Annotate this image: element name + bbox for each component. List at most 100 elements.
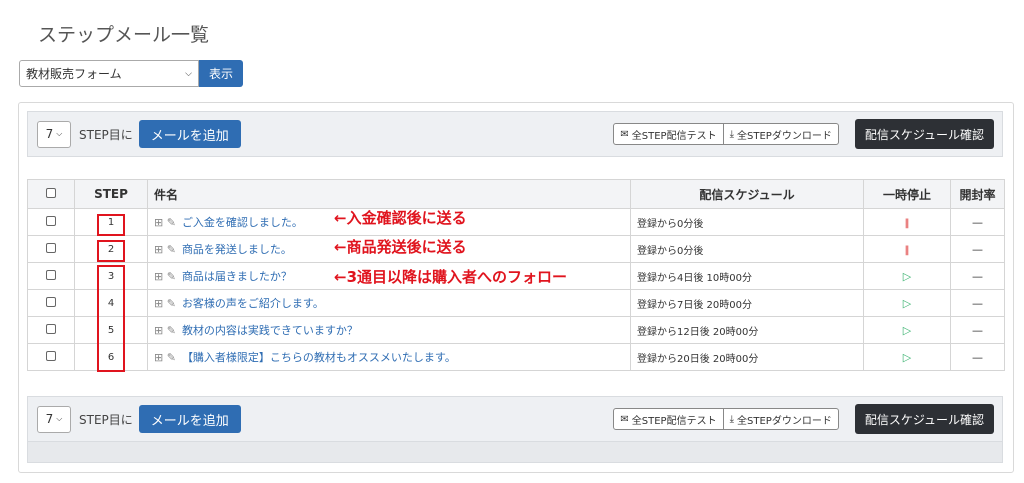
subject-cell: ⊞ ✎ お客様の声をご紹介します。 [147, 289, 631, 317]
subject-link[interactable]: お客様の声をご紹介します。 [182, 297, 324, 310]
expand-icon[interactable]: ⊞ [154, 243, 163, 256]
expand-icon[interactable]: ⊞ [154, 324, 163, 337]
toolbar-top: 7 ⌵ STEP目に メールを追加 ✉ 全STEP配信テスト ⤓ 全STEPダウンロ… [27, 111, 1003, 157]
schedule-cell: 登録から12日後 20時00分 [630, 316, 864, 344]
open-rate-cell: — [950, 235, 1005, 263]
expand-icon[interactable]: ⊞ [154, 216, 163, 229]
chevron-down-icon: ⌵ [56, 129, 63, 138]
select-all-cell [27, 179, 75, 209]
pause-cell: ▷ [863, 343, 951, 371]
schedule-cell: 登録から4日後 10時00分 [630, 262, 864, 290]
header-pause: 一時停止 [863, 179, 951, 209]
expand-icon[interactable]: ⊞ [154, 297, 163, 310]
table-row: 2 ⊞ ✎ 商品を発送しました。 登録から0分後 ‖ — [27, 235, 1005, 263]
all-step-test-button[interactable]: ✉ 全STEP配信テスト [614, 124, 722, 144]
expand-icon[interactable]: ⊞ [154, 351, 163, 364]
test-download-group: ✉ 全STEP配信テスト ⤓ 全STEPダウンロード [613, 123, 839, 145]
subject-cell: ⊞ ✎ 【購入者様限定】こちらの教材もオススメいたします。 [147, 343, 631, 371]
add-mail-button[interactable]: メールを追加 [138, 120, 241, 148]
all-step-test-label: 全STEP配信テスト [631, 130, 717, 142]
table-row: 1 ⊞ ✎ ご入金を確認しました。 登録から0分後 ‖ — [27, 208, 1005, 236]
all-step-test-button[interactable]: ✉ 全STEP配信テスト [614, 409, 722, 429]
form-select-value: 教材販売フォーム [26, 67, 122, 81]
subject-link[interactable]: 商品は届きましたか？ [182, 270, 292, 283]
edit-icon[interactable]: ✎ [167, 270, 176, 283]
row-checkbox-cell [27, 262, 75, 290]
header-schedule: 配信スケジュール [630, 179, 864, 209]
row-checkbox[interactable] [46, 242, 56, 253]
subject-link[interactable]: 【購入者様限定】こちらの教材もオススメいたします。 [182, 351, 456, 364]
all-step-download-button[interactable]: ⤓ 全STEPダウンロード [722, 124, 838, 144]
open-rate-cell: — [950, 208, 1005, 236]
row-checkbox-cell [27, 208, 75, 236]
download-icon: ⤓ [729, 128, 735, 140]
pause-cell: ▷ [863, 262, 951, 290]
all-step-download-button[interactable]: ⤓ 全STEPダウンロード [722, 409, 838, 429]
highlight-step-1 [97, 214, 125, 236]
row-checkbox[interactable] [46, 323, 56, 334]
play-icon[interactable]: ▷ [903, 297, 911, 310]
pause-icon[interactable]: ‖ [905, 218, 910, 229]
mail-icon: ✉ [620, 413, 629, 425]
annotation-follow: ←3通目以降は購入者へのフォロー [334, 268, 568, 286]
play-icon[interactable]: ▷ [903, 270, 911, 283]
subject-link[interactable]: 商品を発送しました。 [182, 243, 292, 256]
highlight-step-3-6 [97, 265, 125, 372]
show-button[interactable]: 表示 [199, 60, 243, 87]
step-select[interactable]: 7 ⌵ [37, 120, 71, 148]
all-step-download-label: 全STEPダウンロード [737, 130, 832, 142]
edit-icon[interactable]: ✎ [167, 216, 176, 229]
select-all-checkbox[interactable] [46, 188, 56, 198]
schedule-cell: 登録から7日後 20時00分 [630, 289, 864, 317]
open-rate-cell: — [950, 289, 1005, 317]
schedule-cell: 登録から20日後 20時00分 [630, 343, 864, 371]
toolbar-bottom: 7 ⌵ STEP目に メールを追加 ✉ 全STEP配信テスト ⤓ 全STEPダウンロ… [27, 396, 1003, 442]
pause-cell: ▷ [863, 316, 951, 344]
row-checkbox[interactable] [46, 350, 56, 361]
footer-strip [27, 442, 1003, 463]
play-icon[interactable]: ▷ [903, 324, 911, 337]
all-step-download-label: 全STEPダウンロード [737, 415, 832, 427]
row-checkbox[interactable] [46, 296, 56, 307]
edit-icon[interactable]: ✎ [167, 297, 176, 310]
subject-link[interactable]: 教材の内容は実践できていますか？ [182, 324, 358, 337]
page-title: ステップメール一覧 [38, 24, 210, 46]
row-checkbox-cell [27, 343, 75, 371]
schedule-confirm-button[interactable]: 配信スケジュール確認 [854, 119, 994, 149]
pause-cell: ‖ [863, 235, 951, 263]
edit-icon[interactable]: ✎ [167, 324, 176, 337]
table-row: 6 ⊞ ✎ 【購入者様限定】こちらの教材もオススメいたします。 登録から20日後 … [27, 343, 1005, 371]
test-download-group: ✉ 全STEP配信テスト ⤓ 全STEPダウンロード [613, 408, 839, 430]
play-icon[interactable]: ▷ [903, 351, 911, 364]
step-label: STEP目に [79, 127, 133, 142]
row-checkbox-cell [27, 289, 75, 317]
form-select[interactable]: 教材販売フォーム ⌵ [19, 60, 199, 87]
row-checkbox[interactable] [46, 215, 56, 226]
subject-cell: ⊞ ✎ 教材の内容は実践できていますか？ [147, 316, 631, 344]
schedule-confirm-button[interactable]: 配信スケジュール確認 [854, 404, 994, 434]
expand-icon[interactable]: ⊞ [154, 270, 163, 283]
schedule-cell: 登録から0分後 [630, 208, 864, 236]
pause-cell: ▷ [863, 289, 951, 317]
mail-icon: ✉ [620, 128, 629, 140]
highlight-step-2 [97, 240, 125, 262]
row-checkbox-cell [27, 316, 75, 344]
step-select-value: 7 [45, 412, 54, 426]
edit-icon[interactable]: ✎ [167, 351, 176, 364]
step-select[interactable]: 7 ⌵ [37, 405, 71, 433]
pause-icon[interactable]: ‖ [905, 245, 910, 256]
annotation-shipping: ←商品発送後に送る [334, 238, 467, 256]
chevron-down-icon: ⌵ [56, 414, 63, 423]
edit-icon[interactable]: ✎ [167, 243, 176, 256]
header-step: STEP [74, 179, 148, 209]
row-checkbox[interactable] [46, 269, 56, 280]
header-subject: 件名 [147, 179, 631, 209]
table-row: 5 ⊞ ✎ 教材の内容は実践できていますか？ 登録から12日後 20時00分 ▷ … [27, 316, 1005, 344]
open-rate-cell: — [950, 316, 1005, 344]
step-select-value: 7 [45, 127, 54, 141]
row-checkbox-cell [27, 235, 75, 263]
add-mail-button[interactable]: メールを追加 [138, 405, 241, 433]
subject-link[interactable]: ご入金を確認しました。 [182, 216, 303, 229]
open-rate-cell: — [950, 262, 1005, 290]
download-icon: ⤓ [729, 413, 735, 425]
